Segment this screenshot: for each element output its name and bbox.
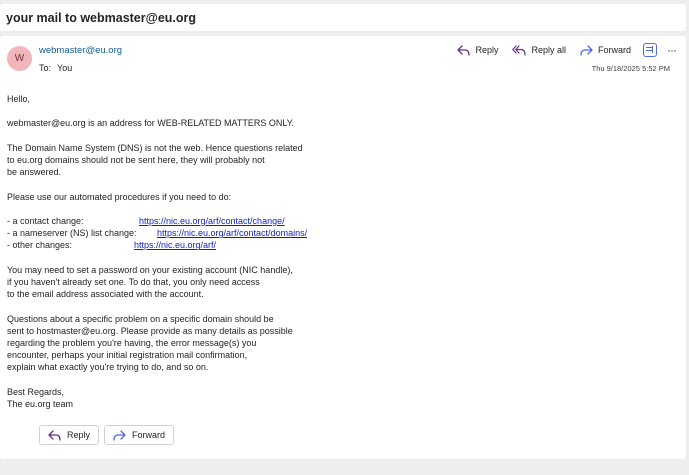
to-label: To: [39, 63, 52, 73]
forward-label: Forward [597, 45, 631, 55]
bottom-reply-button[interactable]: Reply [39, 425, 100, 445]
body-link-list: - a contact change: https://nic.eu.org/a… [7, 215, 607, 252]
body-greeting: Hello, [7, 94, 31, 104]
sender-avatar[interactable]: W [7, 46, 32, 71]
other-changes-link[interactable]: https://nic.eu.org/arf/ [134, 239, 216, 251]
message-date: Thu 9/18/2025 5:52 PM [591, 64, 670, 73]
more-actions-icon[interactable]: ··· [667, 43, 677, 57]
reply-icon [48, 429, 61, 441]
link-item: - a contact change: https://nic.eu.org/a… [7, 215, 285, 227]
sender-address[interactable]: webmaster@eu.org [39, 45, 122, 56]
reply-icon [457, 44, 471, 56]
email-subject: your mail to webmaster@eu.org [6, 11, 197, 25]
to-value[interactable]: You [57, 63, 72, 73]
bottom-forward-label: Forward [132, 430, 166, 440]
recipient-line: To: You [39, 63, 72, 73]
body-paragraph-5: Questions about a specific problem on a … [7, 313, 293, 373]
reply-all-button[interactable]: Reply all [512, 44, 566, 56]
body-paragraph-1: webmaster@eu.org is an address for WEB-R… [7, 118, 295, 129]
body-paragraph-2: The Domain Name System (DNS) is not the … [7, 142, 303, 178]
bottom-forward-button[interactable]: Forward [104, 425, 175, 445]
message-card: W webmaster@eu.org To: You Reply Reply al… [0, 36, 686, 459]
reply-all-label: Reply all [531, 45, 566, 55]
nameserver-change-link[interactable]: https://nic.eu.org/arf/contact/domains/ [157, 227, 307, 239]
body-paragraph-3: Please use our automated procedures if y… [7, 191, 232, 202]
bottom-reply-label: Reply [67, 430, 91, 440]
forward-button[interactable]: Forward [580, 44, 631, 56]
bottom-actions: Reply Forward [39, 425, 175, 445]
subject-bar: your mail to webmaster@eu.org [0, 4, 686, 31]
reply-button[interactable]: Reply [457, 44, 499, 56]
reply-label: Reply [475, 45, 499, 55]
message-body: Hello, webmaster@eu.org is an address fo… [7, 93, 607, 422]
message-actions: Reply Reply all Forward ··· [443, 41, 677, 59]
forward-icon [580, 44, 593, 56]
reply-all-icon [512, 44, 527, 56]
immersive-reader-icon[interactable] [643, 43, 657, 57]
contact-change-link[interactable]: https://nic.eu.org/arf/contact/change/ [139, 215, 285, 227]
body-paragraph-4: You may need to set a password on your e… [7, 264, 293, 300]
link-item: - other changes: https://nic.eu.org/arf/ [7, 239, 217, 251]
body-signoff: Best Regards, The eu.org team [7, 386, 74, 409]
forward-icon [113, 429, 126, 441]
link-item: - a nameserver (NS) list change: https:/… [7, 227, 308, 239]
